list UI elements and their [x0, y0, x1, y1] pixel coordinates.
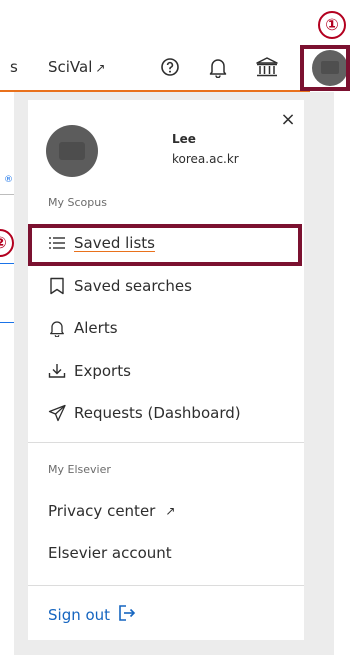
- external-link-icon: ↗: [95, 61, 106, 75]
- menu-item-requests-dashboard[interactable]: Requests (Dashboard): [48, 398, 241, 428]
- send-icon: [48, 404, 66, 422]
- bell-icon[interactable]: [207, 56, 229, 79]
- question-circle-icon[interactable]: [160, 57, 180, 77]
- sign-out-label: Sign out: [48, 606, 111, 624]
- nav-link-scival[interactable]: SciVal ↗: [48, 58, 105, 76]
- annotation-badge-2: ②: [0, 229, 14, 257]
- menu-item-privacy-center[interactable]: Privacy center ↗: [48, 496, 175, 526]
- menu-divider: [28, 585, 304, 586]
- left-page-symbol: ®: [4, 175, 13, 185]
- scival-label: SciVal: [48, 58, 93, 76]
- section-label-my-scopus: My Scopus: [48, 196, 107, 209]
- annotation-highlight-saved-lists: [28, 224, 302, 266]
- menu-item-label: Requests (Dashboard): [74, 404, 241, 422]
- institution-icon[interactable]: [255, 56, 279, 78]
- left-page-link-line: [0, 263, 14, 264]
- left-page-link-line: [0, 322, 14, 323]
- menu-item-alerts[interactable]: Alerts: [48, 313, 118, 343]
- avatar: [46, 125, 98, 177]
- annotation-highlight-avatar: [300, 45, 350, 91]
- top-navigation-bar: s SciVal ↗: [0, 0, 350, 92]
- user-name: Lee: [172, 132, 196, 146]
- left-page-divider: [0, 194, 14, 195]
- menu-item-exports[interactable]: Exports: [48, 356, 131, 386]
- sign-out-link[interactable]: Sign out: [48, 600, 136, 630]
- download-icon: [48, 362, 66, 380]
- menu-item-label: Exports: [74, 362, 131, 380]
- user-organization: korea.ac.kr: [172, 152, 239, 166]
- menu-divider: [28, 442, 304, 443]
- menu-item-label: Privacy center: [48, 502, 156, 520]
- section-label-my-elsevier: My Elsevier: [48, 463, 111, 476]
- annotation-badge-1: ①: [318, 11, 346, 39]
- menu-item-elsevier-account[interactable]: Elsevier account: [48, 538, 172, 568]
- bell-icon: [48, 319, 66, 338]
- sign-out-icon: [118, 604, 136, 626]
- menu-item-saved-searches[interactable]: Saved searches: [48, 271, 192, 301]
- menu-item-label: Saved searches: [74, 277, 192, 295]
- menu-item-label: Alerts: [74, 319, 118, 337]
- close-icon[interactable]: ×: [278, 110, 298, 130]
- menu-item-label: Elsevier account: [48, 544, 172, 562]
- nav-item-partial[interactable]: s: [10, 58, 18, 76]
- bookmark-icon: [48, 277, 66, 295]
- external-link-icon: ↗: [165, 504, 176, 518]
